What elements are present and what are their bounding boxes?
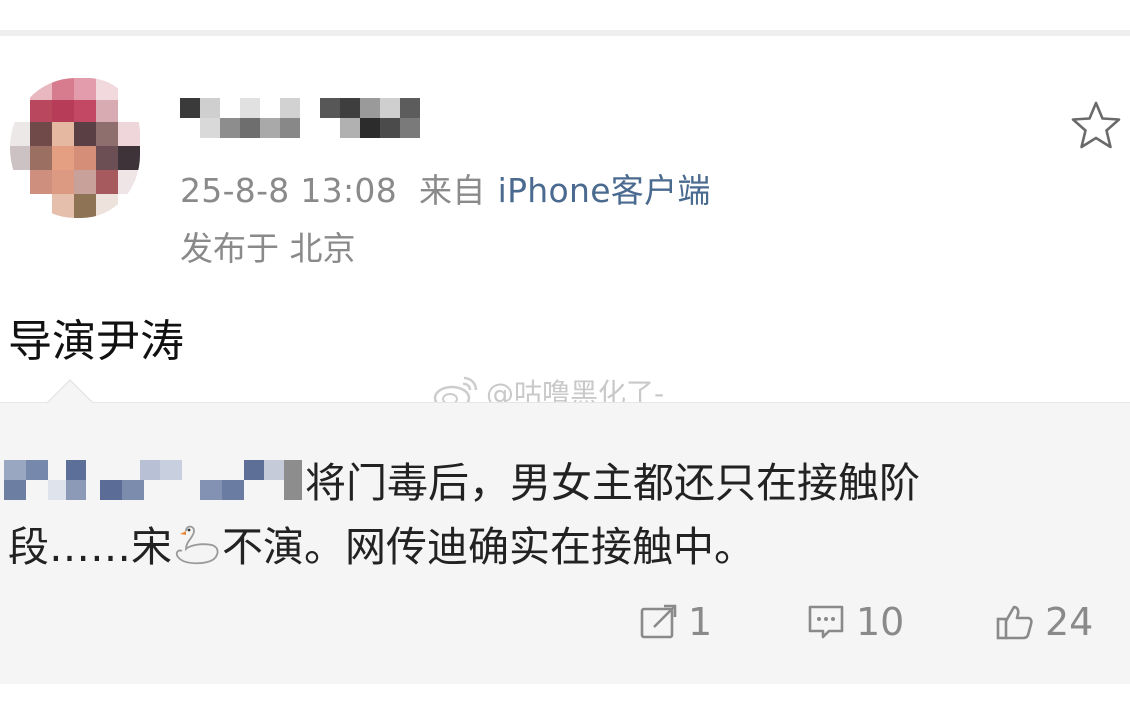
repost-line-1: 将门毒后，男女主都还只在接触阶 — [0, 449, 920, 509]
comment-button[interactable]: 10 — [806, 597, 904, 647]
post-time: 25-8-8 13:08 — [180, 171, 397, 210]
avatar[interactable] — [10, 78, 140, 218]
comment-icon — [808, 605, 844, 639]
author-pixelated[interactable] — [0, 454, 305, 504]
comment-count: 10 — [856, 600, 905, 644]
like-count: 24 — [1045, 600, 1094, 644]
repost-count: 1 — [688, 600, 713, 644]
thumbs-up-icon — [996, 605, 1033, 640]
bottom-strip — [0, 684, 1130, 718]
repost-text-2a: 段……宋 — [8, 523, 172, 571]
post-meta: 25-8-8 13:08 来自 iPhone客户端 — [180, 164, 711, 212]
post-location: 发布于 北京 — [180, 229, 356, 268]
favorite-button[interactable] — [1068, 98, 1124, 154]
username-pixelated[interactable] — [180, 96, 430, 140]
share-icon — [640, 604, 677, 639]
repost-line-2: 段……宋 不演。网传迪确实在接触中。 — [8, 513, 755, 573]
swan-emoji-icon — [175, 525, 219, 565]
client-link[interactable]: iPhone客户端 — [498, 171, 711, 210]
repost-button[interactable]: 1 — [638, 597, 712, 647]
post-text: 导演尹涛 — [8, 316, 184, 367]
source-prefix: 来自 — [419, 171, 486, 210]
repost-card[interactable]: 将门毒后，男女主都还只在接触阶 段……宋 不演。网传迪确实在接触中。 1 10 — [0, 379, 1130, 685]
card-notch — [48, 381, 92, 403]
top-bar — [0, 0, 1130, 30]
like-button[interactable]: 24 — [995, 597, 1093, 647]
top-divider — [0, 30, 1130, 36]
repost-text-2b: 不演。网传迪确实在接触中。 — [222, 523, 755, 571]
star-icon — [1071, 101, 1121, 149]
repost-text-1: 将门毒后，男女主都还只在接触阶 — [305, 459, 920, 507]
